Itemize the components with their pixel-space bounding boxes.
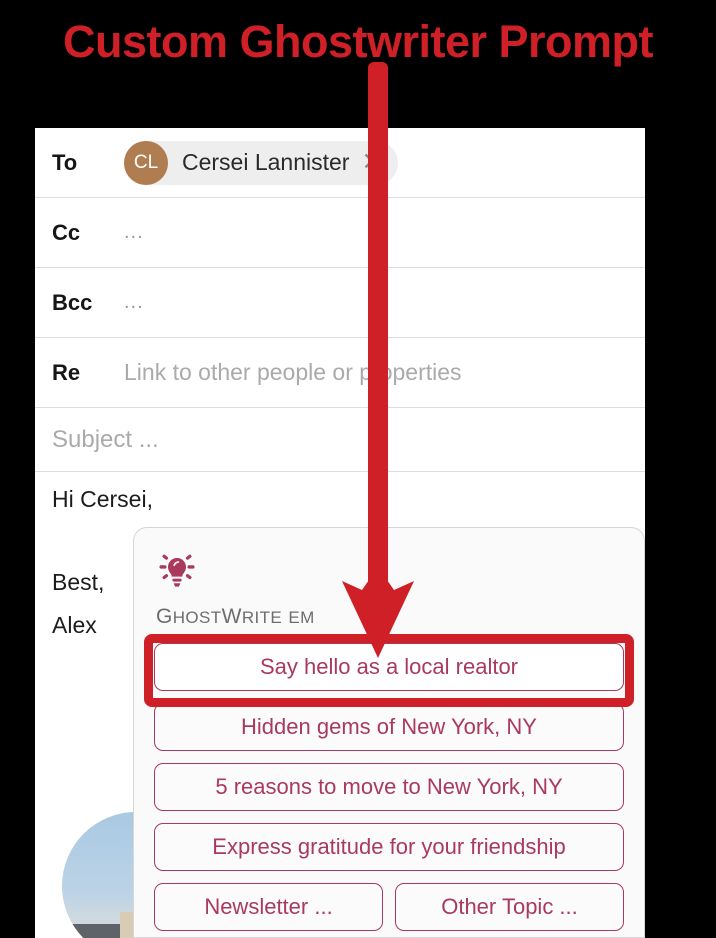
annotation-arrow-icon [340, 62, 416, 658]
bcc-label: Bcc [52, 289, 93, 315]
other-topic-button[interactable]: Other Topic ... [395, 883, 624, 931]
bcc-value: ... [124, 291, 144, 313]
re-label: Re [52, 359, 81, 385]
screenshot-root: Custom Ghostwriter Prompt To CL Cersei L… [0, 0, 716, 938]
ghostwriter-footer-row: Newsletter ... Other Topic ... [154, 883, 624, 938]
suggestion-express-gratitude[interactable]: Express gratitude for your friendship [154, 823, 624, 871]
subject-input-placeholder[interactable]: Subject ... [52, 426, 159, 454]
cc-label: Cc [52, 219, 81, 245]
avatar: CL [124, 140, 168, 185]
suggestion-hidden-gems[interactable]: Hidden gems of New York, NY [154, 703, 624, 751]
to-label: To [52, 149, 78, 175]
newsletter-button[interactable]: Newsletter ... [154, 883, 383, 931]
recipient-name: Cersei Lannister [182, 149, 350, 175]
suggestion-5-reasons-to-move[interactable]: 5 reasons to move to New York, NY [154, 763, 624, 811]
cc-value: ... [124, 221, 144, 243]
